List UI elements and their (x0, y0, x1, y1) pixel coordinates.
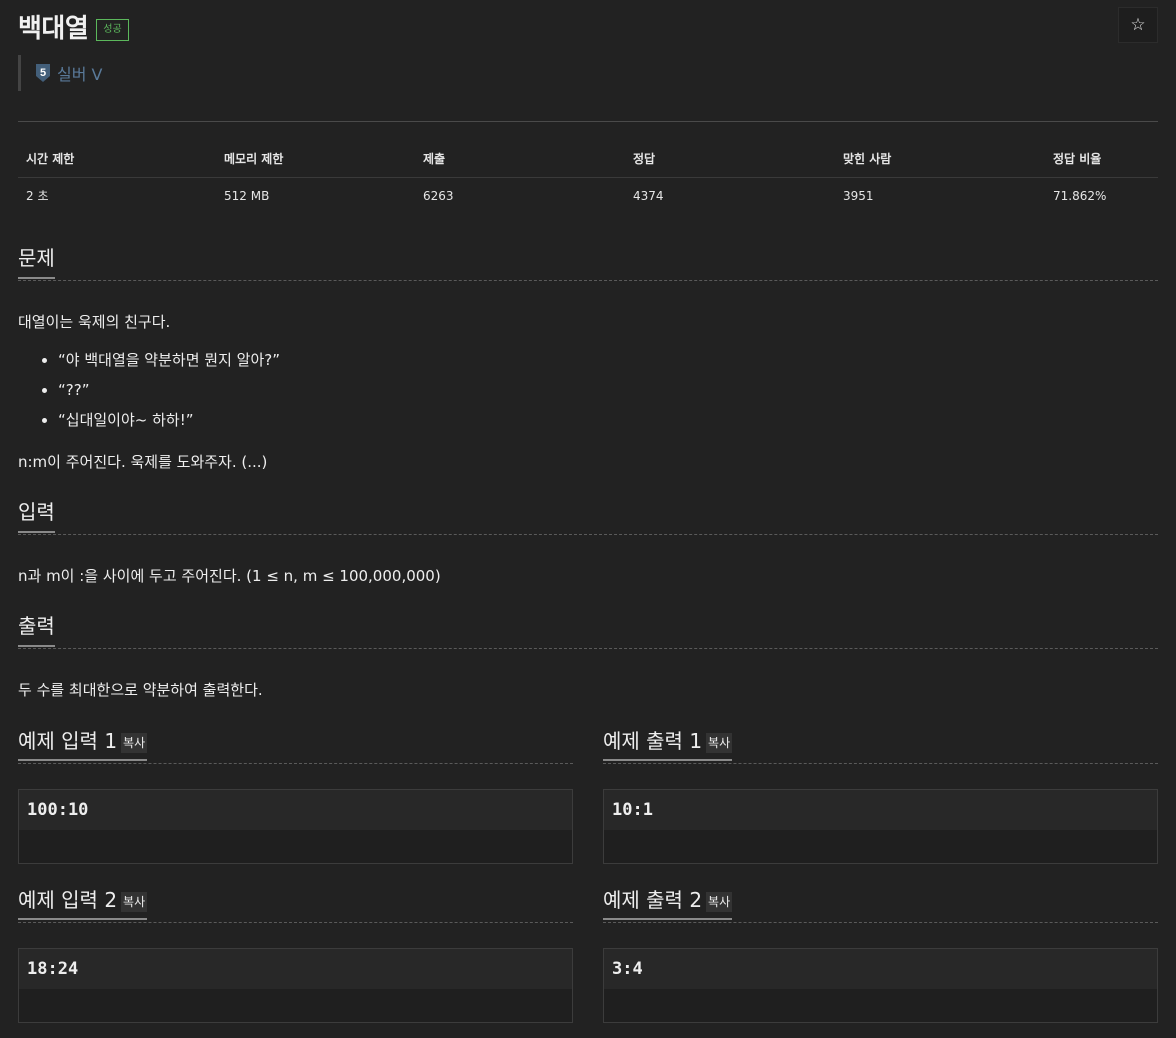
sample-input-2-title: 예제 입력 2 복사 (18, 888, 148, 922)
sample-output-1-box[interactable]: 10:1 (603, 789, 1158, 864)
tier-info[interactable]: 5 실버 V (18, 55, 102, 91)
problem-title: 백대열 (18, 14, 89, 44)
table-cell: 4374 (633, 188, 664, 203)
table-cell: 3951 (843, 188, 874, 203)
table-cell: 512 MB (224, 188, 270, 203)
sample-input-1-code: 100:10 (19, 790, 572, 830)
column-header: 정답 (625, 140, 835, 178)
column-header: 맞힌 사람 (835, 140, 1045, 178)
section-divider (603, 763, 1158, 764)
sample-input-2-code: 18:24 (19, 949, 572, 989)
section-divider (603, 922, 1158, 923)
star-icon: ☆ (1130, 15, 1146, 35)
status-badge: 성공 (96, 18, 129, 41)
sample-output-2-code: 3:4 (604, 949, 1157, 989)
copy-button[interactable]: 복사 (706, 732, 733, 753)
table-row: 2 초 512 MB 6263 4374 3951 71.862% (18, 178, 1158, 214)
table-cell: 71.862% (1053, 188, 1107, 203)
sample-output-2-title: 예제 출력 2 복사 (603, 888, 733, 922)
column-header: 시간 제한 (18, 140, 216, 178)
problem-dialogue-list: “야 백대열을 약분하면 뭔지 알아?” “??” “십대일이야~ 하하!” (18, 347, 280, 437)
silver-tier-icon: 5 (36, 64, 50, 82)
copy-button[interactable]: 복사 (121, 732, 148, 753)
problem-header: 백대열 성공 (18, 8, 129, 45)
sample-output-2-box[interactable]: 3:4 (603, 948, 1158, 1023)
column-header: 제출 (415, 140, 625, 178)
copy-button[interactable]: 복사 (706, 891, 733, 912)
sample-output-1-title: 예제 출력 1 복사 (603, 729, 733, 763)
section-divider (18, 280, 1158, 281)
sample-input-1-box[interactable]: 100:10 (18, 789, 573, 864)
problem-intro: 대열이는 욱제의 친구다. (18, 313, 171, 331)
list-item: “야 백대열을 약분하면 뭔지 알아?” (58, 347, 280, 377)
problem-info-table: 시간 제한 메모리 제한 제출 정답 맞힌 사람 정답 비율 2 초 512 M… (18, 140, 1158, 213)
sample-output-1-code: 10:1 (604, 790, 1157, 830)
section-divider (18, 922, 573, 923)
column-header: 정답 비율 (1045, 140, 1158, 178)
table-header-row: 시간 제한 메모리 제한 제출 정답 맞힌 사람 정답 비율 (18, 140, 1158, 178)
tier-label: 실버 V (57, 65, 103, 84)
section-divider (18, 534, 1158, 535)
problem-page: 백대열 성공 ☆ 5 실버 V 시간 제한 메모리 제한 제출 정답 맞힌 사람… (0, 0, 1176, 1038)
input-section-title: 입력 (18, 497, 55, 533)
column-header: 메모리 제한 (216, 140, 415, 178)
tier-number: 5 (40, 67, 46, 79)
sample-input-1-title: 예제 입력 1 복사 (18, 729, 148, 763)
output-description: 두 수를 최대한으로 약분하여 출력한다. (18, 681, 263, 699)
table-cell: 6263 (423, 188, 454, 203)
table-cell: 2 초 (26, 189, 49, 203)
problem-outro: n:m이 주어진다. 욱제를 도와주자. (...) (18, 453, 268, 471)
section-divider (18, 648, 1158, 649)
list-item: “??” (58, 377, 280, 407)
output-section-title: 출력 (18, 611, 55, 647)
list-item: “십대일이야~ 하하!” (58, 407, 280, 437)
section-divider (18, 763, 573, 764)
sample-input-2-box[interactable]: 18:24 (18, 948, 573, 1023)
problem-section-title: 문제 (18, 243, 55, 279)
input-description: n과 m이 :을 사이에 두고 주어진다. (1 ≤ n, m ≤ 100,00… (18, 567, 441, 585)
favorite-star-button[interactable]: ☆ (1118, 7, 1158, 43)
copy-button[interactable]: 복사 (121, 891, 148, 912)
header-divider (18, 121, 1158, 122)
